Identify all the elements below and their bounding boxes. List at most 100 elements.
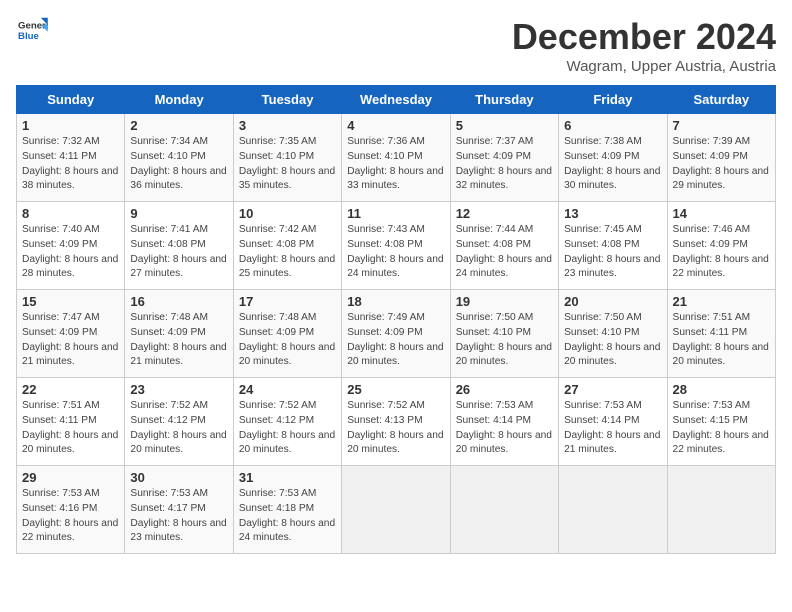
cell-info: Sunrise: 7:53 AMSunset: 4:16 PMDaylight:… xyxy=(22,488,118,543)
col-header-wednesday: Wednesday xyxy=(342,86,450,114)
day-number: 3 xyxy=(239,118,336,133)
cell-info: Sunrise: 7:36 AMSunset: 4:10 PMDaylight:… xyxy=(347,136,443,191)
cell-info: Sunrise: 7:34 AMSunset: 4:10 PMDaylight:… xyxy=(130,136,226,191)
calendar-cell xyxy=(559,466,667,554)
calendar-cell: 30 Sunrise: 7:53 AMSunset: 4:17 PMDayligh… xyxy=(125,466,233,554)
cell-info: Sunrise: 7:39 AMSunset: 4:09 PMDaylight:… xyxy=(673,136,769,191)
calendar-cell: 3Sunrise: 7:35 AMSunset: 4:10 PMDaylight… xyxy=(233,114,341,202)
calendar-cell: 2Sunrise: 7:34 AMSunset: 4:10 PMDaylight… xyxy=(125,114,233,202)
location: Wagram, Upper Austria, Austria xyxy=(512,58,776,75)
day-number: 14 xyxy=(673,206,770,221)
day-number: 1 xyxy=(22,118,119,133)
calendar-week-3: 15Sunrise: 7:47 AMSunset: 4:09 PMDayligh… xyxy=(17,290,776,378)
cell-info: Sunrise: 7:50 AMSunset: 4:10 PMDaylight:… xyxy=(564,312,660,367)
calendar-cell: 18 Sunrise: 7:49 AMSunset: 4:09 PMDayligh… xyxy=(342,290,450,378)
calendar-cell: 23Sunrise: 7:52 AMSunset: 4:12 PMDayligh… xyxy=(125,378,233,466)
cell-info: Sunrise: 7:45 AMSunset: 4:08 PMDaylight:… xyxy=(564,224,660,279)
day-number: 6 xyxy=(564,118,661,133)
calendar-week-1: 1 Sunrise: 7:32 AMSunset: 4:11 PMDaylight… xyxy=(17,114,776,202)
day-number: 18 xyxy=(347,294,444,309)
calendar-cell: 4 Sunrise: 7:36 AMSunset: 4:10 PMDaylight… xyxy=(342,114,450,202)
calendar-cell: 16 Sunrise: 7:48 AMSunset: 4:09 PMDayligh… xyxy=(125,290,233,378)
cell-info: Sunrise: 7:50 AMSunset: 4:10 PMDaylight:… xyxy=(456,312,552,367)
day-number: 4 xyxy=(347,118,444,133)
calendar-cell: 27 Sunrise: 7:53 AMSunset: 4:14 PMDayligh… xyxy=(559,378,667,466)
col-header-monday: Monday xyxy=(125,86,233,114)
calendar-cell: 15Sunrise: 7:47 AMSunset: 4:09 PMDayligh… xyxy=(17,290,125,378)
cell-info: Sunrise: 7:44 AMSunset: 4:08 PMDaylight:… xyxy=(456,224,552,279)
calendar-week-4: 22 Sunrise: 7:51 AMSunset: 4:11 PMDayligh… xyxy=(17,378,776,466)
day-number: 20 xyxy=(564,294,661,309)
calendar-cell: 22 Sunrise: 7:51 AMSunset: 4:11 PMDayligh… xyxy=(17,378,125,466)
col-header-friday: Friday xyxy=(559,86,667,114)
cell-info: Sunrise: 7:43 AMSunset: 4:08 PMDaylight:… xyxy=(347,224,443,279)
day-number: 5 xyxy=(456,118,553,133)
cell-info: Sunrise: 7:40 AMSunset: 4:09 PMDaylight:… xyxy=(22,224,118,279)
calendar-cell: 13 Sunrise: 7:45 AMSunset: 4:08 PMDayligh… xyxy=(559,202,667,290)
col-header-thursday: Thursday xyxy=(450,86,558,114)
calendar-cell: 29 Sunrise: 7:53 AMSunset: 4:16 PMDayligh… xyxy=(17,466,125,554)
logo: General Blue xyxy=(16,16,48,44)
calendar-week-2: 8Sunrise: 7:40 AMSunset: 4:09 PMDaylight… xyxy=(17,202,776,290)
cell-info: Sunrise: 7:53 AMSunset: 4:17 PMDaylight:… xyxy=(130,488,226,543)
cell-info: Sunrise: 7:42 AMSunset: 4:08 PMDaylight:… xyxy=(239,224,335,279)
calendar-cell: 12 Sunrise: 7:44 AMSunset: 4:08 PMDayligh… xyxy=(450,202,558,290)
calendar-cell: 20 Sunrise: 7:50 AMSunset: 4:10 PMDayligh… xyxy=(559,290,667,378)
cell-info: Sunrise: 7:47 AMSunset: 4:09 PMDaylight:… xyxy=(22,312,118,367)
calendar-cell: 5Sunrise: 7:37 AMSunset: 4:09 PMDaylight… xyxy=(450,114,558,202)
calendar-cell: 21 Sunrise: 7:51 AMSunset: 4:11 PMDayligh… xyxy=(667,290,775,378)
cell-info: Sunrise: 7:53 AMSunset: 4:14 PMDaylight:… xyxy=(564,400,660,455)
cell-info: Sunrise: 7:53 AMSunset: 4:15 PMDaylight:… xyxy=(673,400,769,455)
col-header-sunday: Sunday xyxy=(17,86,125,114)
calendar-cell xyxy=(342,466,450,554)
day-number: 10 xyxy=(239,206,336,221)
calendar-cell: 24 Sunrise: 7:52 AMSunset: 4:12 PMDayligh… xyxy=(233,378,341,466)
day-number: 7 xyxy=(673,118,770,133)
cell-info: Sunrise: 7:32 AMSunset: 4:11 PMDaylight:… xyxy=(22,136,118,191)
day-number: 30 xyxy=(130,470,227,485)
cell-info: Sunrise: 7:46 AMSunset: 4:09 PMDaylight:… xyxy=(673,224,769,279)
day-number: 13 xyxy=(564,206,661,221)
day-number: 17 xyxy=(239,294,336,309)
day-number: 31 xyxy=(239,470,336,485)
cell-info: Sunrise: 7:53 AMSunset: 4:18 PMDaylight:… xyxy=(239,488,335,543)
day-number: 12 xyxy=(456,206,553,221)
calendar-cell: 6 Sunrise: 7:38 AMSunset: 4:09 PMDaylight… xyxy=(559,114,667,202)
calendar-header-row: SundayMondayTuesdayWednesdayThursdayFrid… xyxy=(17,86,776,114)
cell-info: Sunrise: 7:52 AMSunset: 4:12 PMDaylight:… xyxy=(239,400,335,455)
day-number: 27 xyxy=(564,382,661,397)
calendar-cell: 14 Sunrise: 7:46 AMSunset: 4:09 PMDayligh… xyxy=(667,202,775,290)
cell-info: Sunrise: 7:52 AMSunset: 4:13 PMDaylight:… xyxy=(347,400,443,455)
day-number: 11 xyxy=(347,206,444,221)
calendar-cell: 8Sunrise: 7:40 AMSunset: 4:09 PMDaylight… xyxy=(17,202,125,290)
day-number: 16 xyxy=(130,294,227,309)
day-number: 24 xyxy=(239,382,336,397)
cell-info: Sunrise: 7:48 AMSunset: 4:09 PMDaylight:… xyxy=(239,312,335,367)
day-number: 25 xyxy=(347,382,444,397)
cell-info: Sunrise: 7:38 AMSunset: 4:09 PMDaylight:… xyxy=(564,136,660,191)
calendar-cell: 17 Sunrise: 7:48 AMSunset: 4:09 PMDayligh… xyxy=(233,290,341,378)
cell-info: Sunrise: 7:49 AMSunset: 4:09 PMDaylight:… xyxy=(347,312,443,367)
calendar-cell: 7 Sunrise: 7:39 AMSunset: 4:09 PMDaylight… xyxy=(667,114,775,202)
cell-info: Sunrise: 7:48 AMSunset: 4:09 PMDaylight:… xyxy=(130,312,226,367)
calendar-week-5: 29 Sunrise: 7:53 AMSunset: 4:16 PMDayligh… xyxy=(17,466,776,554)
cell-info: Sunrise: 7:51 AMSunset: 4:11 PMDaylight:… xyxy=(22,400,118,455)
cell-info: Sunrise: 7:41 AMSunset: 4:08 PMDaylight:… xyxy=(130,224,226,279)
calendar-cell: 10 Sunrise: 7:42 AMSunset: 4:08 PMDayligh… xyxy=(233,202,341,290)
cell-info: Sunrise: 7:53 AMSunset: 4:14 PMDaylight:… xyxy=(456,400,552,455)
calendar-body: 1 Sunrise: 7:32 AMSunset: 4:11 PMDaylight… xyxy=(17,114,776,554)
day-number: 29 xyxy=(22,470,119,485)
day-number: 21 xyxy=(673,294,770,309)
calendar-cell xyxy=(450,466,558,554)
day-number: 9 xyxy=(130,206,227,221)
logo-icon: General Blue xyxy=(16,16,48,44)
calendar-cell: 11 Sunrise: 7:43 AMSunset: 4:08 PMDayligh… xyxy=(342,202,450,290)
month-title: December 2024 xyxy=(512,16,776,58)
title-block: December 2024 Wagram, Upper Austria, Aus… xyxy=(512,16,776,75)
day-number: 19 xyxy=(456,294,553,309)
cell-info: Sunrise: 7:51 AMSunset: 4:11 PMDaylight:… xyxy=(673,312,769,367)
calendar-cell: 28Sunrise: 7:53 AMSunset: 4:15 PMDayligh… xyxy=(667,378,775,466)
calendar-cell: 19 Sunrise: 7:50 AMSunset: 4:10 PMDayligh… xyxy=(450,290,558,378)
calendar-cell: 9 Sunrise: 7:41 AMSunset: 4:08 PMDaylight… xyxy=(125,202,233,290)
day-number: 22 xyxy=(22,382,119,397)
